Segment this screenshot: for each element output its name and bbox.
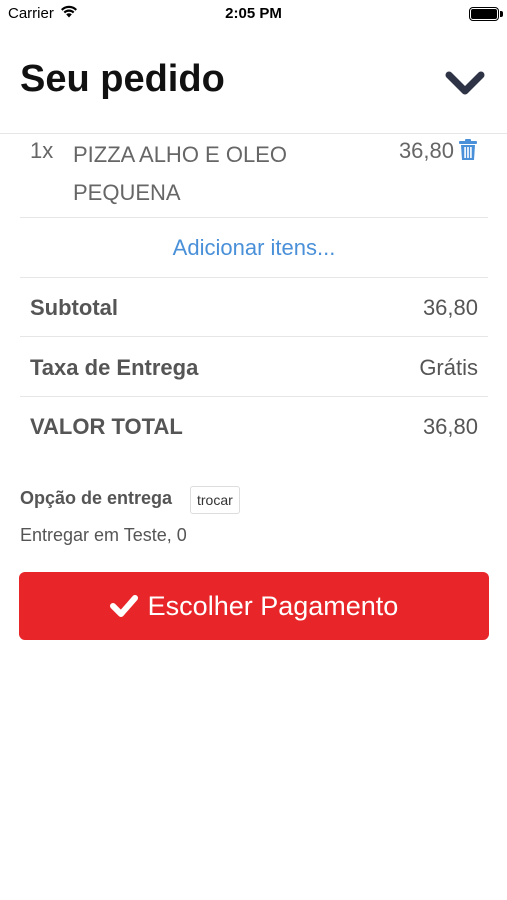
- add-items-link[interactable]: Adicionar itens...: [20, 218, 488, 278]
- delete-item-button[interactable]: [458, 139, 478, 161]
- subtotal-row: Subtotal 36,80: [20, 278, 488, 337]
- choose-payment-button[interactable]: Escolher Pagamento: [19, 572, 489, 640]
- item-quantity: 1x: [30, 138, 54, 163]
- subtotal-value: 36,80: [422, 295, 478, 320]
- collapse-button[interactable]: [443, 66, 487, 102]
- clock: 2:05 PM: [225, 5, 282, 22]
- trash-icon: [459, 139, 477, 160]
- page-title: Seu pedido: [20, 58, 225, 100]
- total-row: VALOR TOTAL 36,80: [20, 397, 488, 456]
- delivery-option-title: Opção de entrega: [20, 488, 173, 508]
- subtotal-label: Subtotal: [30, 295, 118, 320]
- header: Seu pedido: [0, 28, 507, 134]
- delivery-fee-label: Taxa de Entrega: [30, 355, 199, 380]
- status-bar: Carrier 2:05 PM: [0, 0, 507, 28]
- delivery-address: Entregar em Teste, 0: [20, 525, 187, 545]
- change-delivery-button[interactable]: trocar: [190, 486, 240, 514]
- chevron-down-icon: [445, 71, 485, 95]
- choose-payment-label: Escolher Pagamento: [147, 590, 399, 621]
- order-item: 1x PIZZA ALHO E OLEO PEQUENA 36,80: [20, 134, 488, 218]
- check-icon: [109, 595, 138, 617]
- total-label: VALOR TOTAL: [30, 414, 183, 439]
- item-price: 36,80: [398, 138, 454, 163]
- total-value: 36,80: [422, 414, 478, 439]
- delivery-fee-row: Taxa de Entrega Grátis: [20, 338, 488, 397]
- item-name: PIZZA ALHO E OLEO PEQUENA: [73, 142, 287, 205]
- battery-icon: [469, 7, 503, 21]
- delivery-fee-value: Grátis: [419, 355, 478, 380]
